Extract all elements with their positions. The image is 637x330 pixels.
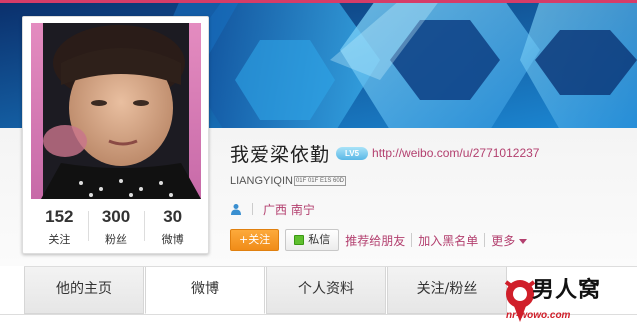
tab-weibo[interactable]: 微博 [145,267,265,314]
chevron-down-icon [519,238,528,244]
tab-profile-info[interactable]: 个人资料 [266,267,386,314]
stat-posts[interactable]: 30 微博 [144,203,201,249]
unknown-glyph-icon: 01F 01F E1S 60D [293,176,346,186]
recommend-to-friend-link[interactable]: 推荐给朋友 [345,232,405,249]
avatar[interactable] [31,23,201,199]
top-accent-strip [0,0,637,3]
profile-name: 我爱梁依勤 [230,143,331,166]
personal-domain-row: LIANGYIQIN 01F 01F E1S 60D [230,173,346,189]
follow-button-label: +关注 [239,233,271,246]
more-menu[interactable]: 更多 [491,232,528,249]
message-button[interactable]: 私信 [285,229,340,251]
message-button-label: 私信 [308,233,331,246]
profile-url-link[interactable]: http://weibo.com/u/2771012237 [372,146,539,160]
personal-domain: LIANGYIQIN [230,175,293,187]
action-bar: +关注 私信 推荐给朋友 加入黑名单 更多 [230,229,528,251]
profile-name-row: 我爱梁依勤 LV5 http://weibo.com/u/2771012237 [230,140,539,166]
site-watermark: 男人窝 nr-wowo.com [500,272,637,326]
message-icon [294,235,305,245]
following-label: 关注 [48,233,71,246]
posts-label: 微博 [161,233,184,246]
add-to-blacklist-link[interactable]: 加入黑名单 [418,232,478,249]
tab-follow-fans[interactable]: 关注/粉丝 [387,267,507,314]
stat-following[interactable]: 152 关注 [31,203,88,249]
watermark-text: 男人窝 [532,278,602,303]
posts-count: 30 [163,207,183,226]
location-text[interactable]: 广西 南宁 [263,201,315,218]
stats-bar: 152 关注 300 粉丝 30 微博 [31,203,201,249]
location-row: 广西 南宁 [230,200,315,218]
level-badge[interactable]: LV5 [336,146,369,160]
more-menu-label: 更多 [491,233,516,248]
following-count: 152 [45,207,74,226]
followers-label: 粉丝 [105,233,127,246]
person-icon [231,204,241,215]
watermark-url: nr-wowo.com [506,310,571,321]
divider [484,233,486,247]
follow-button[interactable]: +关注 [230,229,280,251]
stat-followers[interactable]: 300 粉丝 [87,203,145,249]
avatar-portrait-image [31,23,201,199]
followers-count: 300 [101,207,131,226]
avatar-card: 152 关注 300 粉丝 30 微博 [22,16,209,254]
divider [411,233,413,247]
divider [252,203,253,215]
tab-home[interactable]: 他的主页 [24,267,144,314]
